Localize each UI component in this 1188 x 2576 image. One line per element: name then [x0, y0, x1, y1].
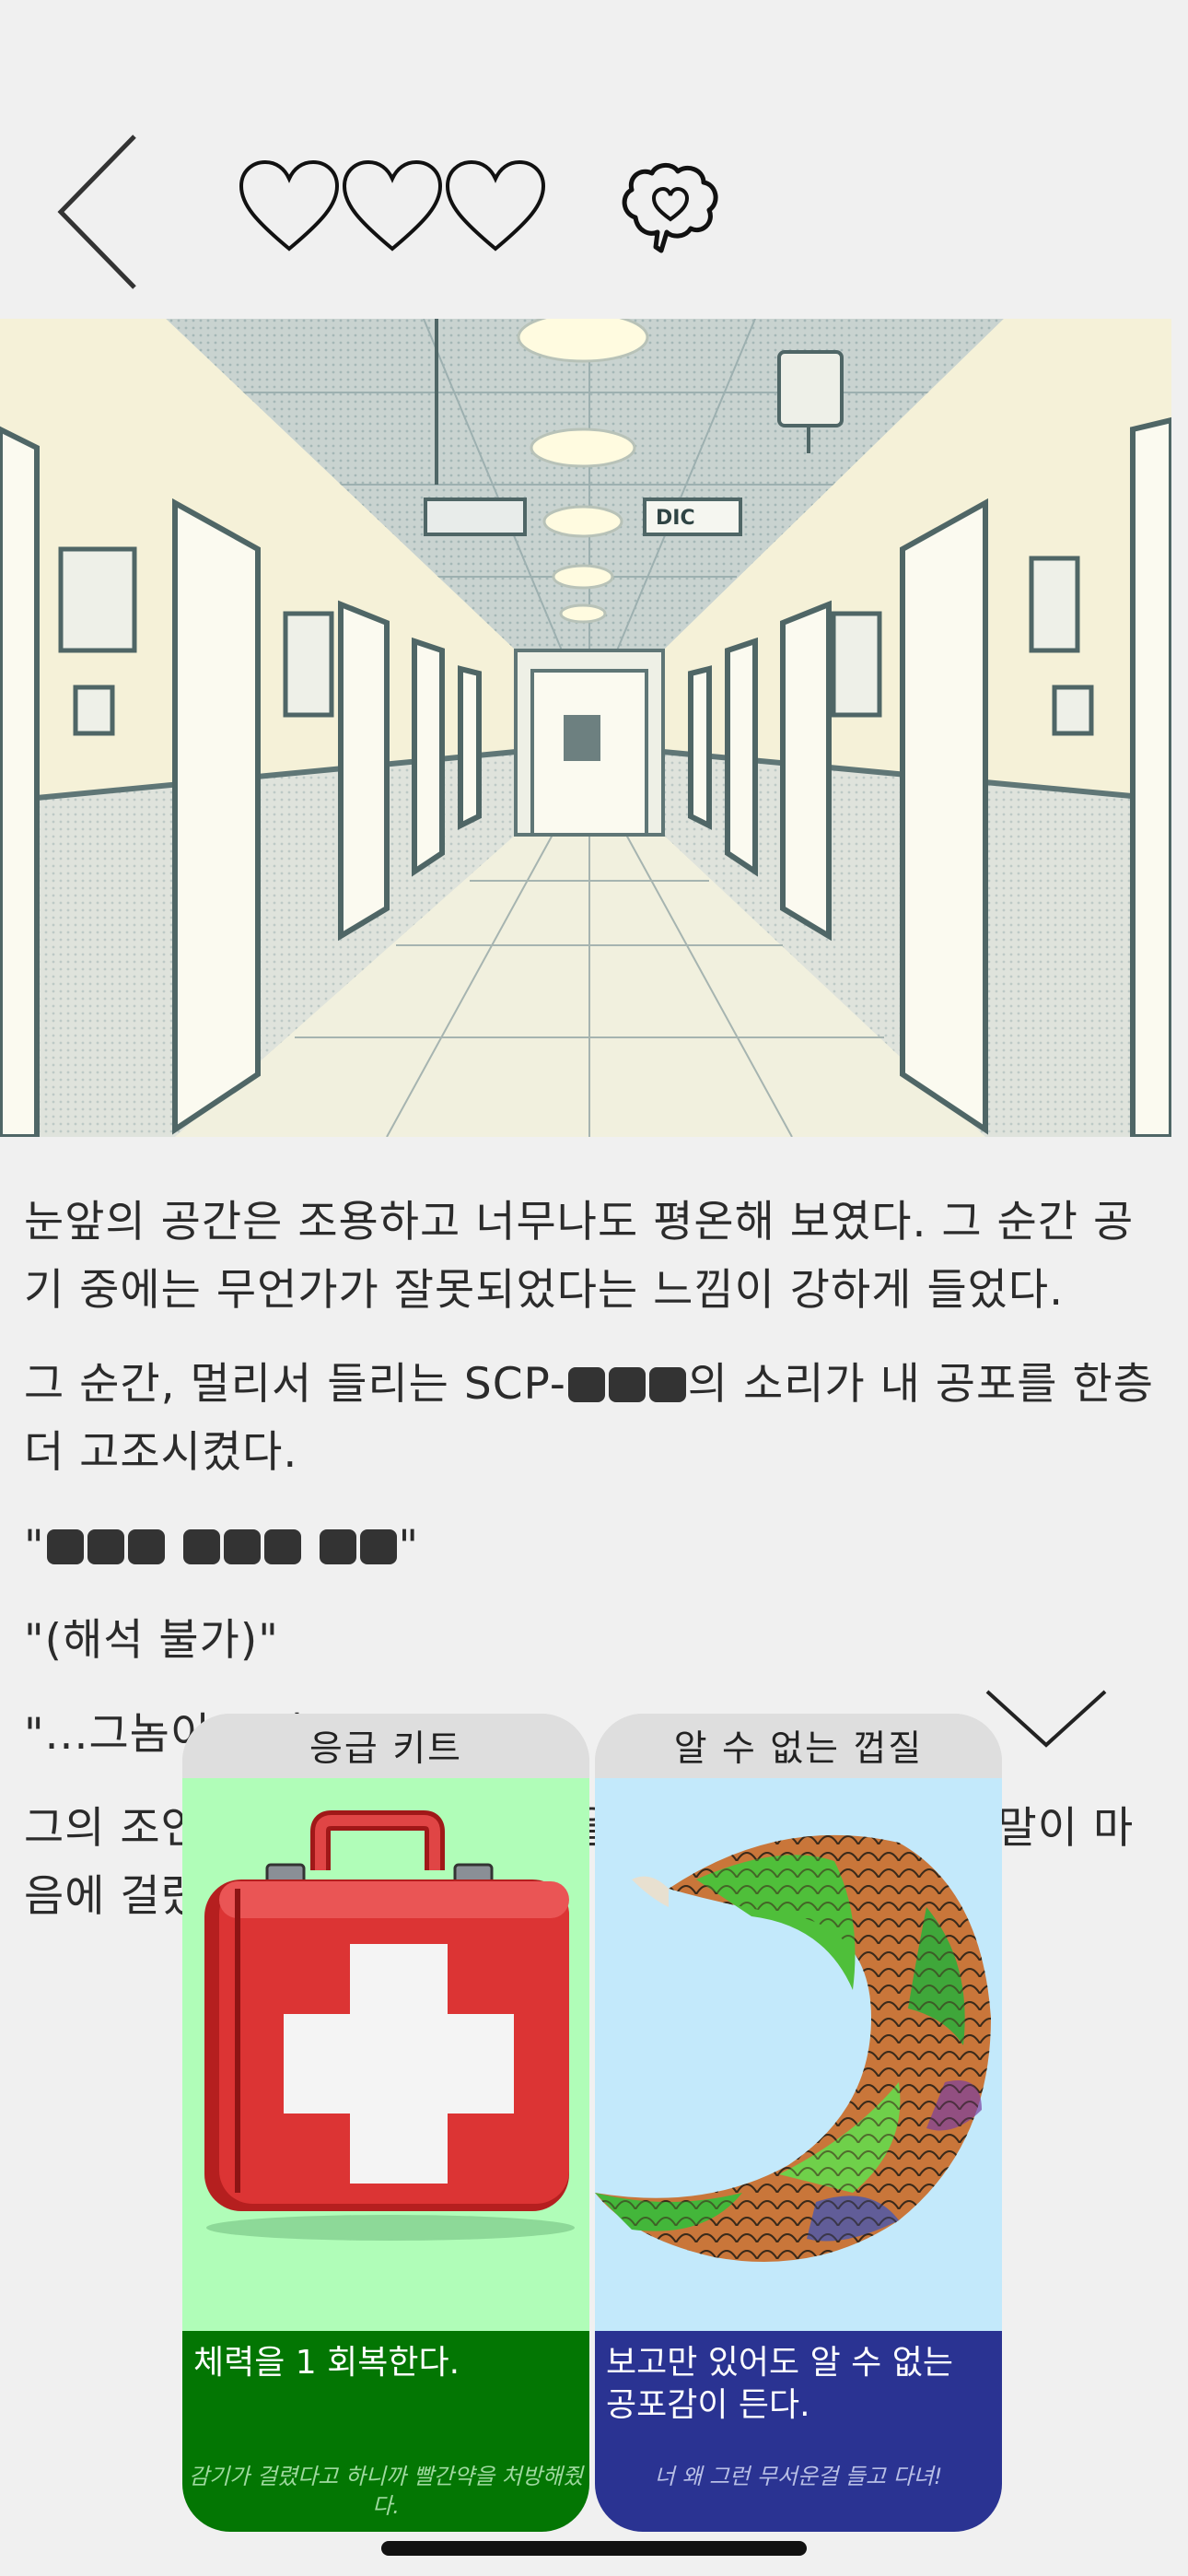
redacted-block: [648, 1367, 686, 1402]
redacted-block: [319, 1529, 356, 1564]
story-paragraph: 그 순간, 멀리서 들리는 SCP- 의 소리가 내 공포를 한층 더 고조시켰다…: [24, 1351, 1157, 1487]
card-flavor-text: 너 왜 그런 무서운걸 들고 다녀!: [654, 2464, 943, 2489]
card-art: [182, 1778, 589, 2331]
redacted-block: [182, 1529, 220, 1564]
redacted-block: [359, 1529, 397, 1564]
card-title: 알 수 없는 껍질: [595, 1714, 1002, 1778]
quote-mark: ": [24, 1521, 45, 1572]
story-paragraph: "(해석 불가)": [24, 1615, 279, 1666]
hallway-illustration: DIC: [0, 319, 1171, 1137]
card-description: 보고만 있어도 알 수 없는 공포감이 든다.: [606, 2344, 953, 2424]
scene-illustration: DIC: [0, 319, 1171, 1137]
card-art: [595, 1778, 1002, 2331]
item-card-unknown-shell[interactable]: 알 수 없는 껍질 보고만 있어도 알 수 없는 공포감이 든다. 너 왜 그런…: [595, 1714, 1002, 2532]
item-card-first-aid-kit[interactable]: 응급 키트 체력을 1 회복한다. 감기가 걸렸다고 하니까 빨간약을 처방해줬…: [182, 1714, 589, 2532]
home-indicator[interactable]: [381, 2541, 807, 2556]
redacted-block: [608, 1367, 646, 1402]
heart-outline-icon: [445, 159, 546, 252]
heart-outline-icon: [342, 159, 443, 252]
story-paragraph: 눈앞의 공간은 조용하고 너무나도 평온해 보였다. 그 순간 공기 중에는 무…: [24, 1197, 1135, 1316]
heart-outline-icon: [239, 159, 340, 252]
quote-mark: ": [398, 1521, 420, 1572]
card-info: 체력을 1 회복한다. 감기가 걸렸다고 하니까 빨간약을 처방해줬다.: [182, 2331, 589, 2532]
redacted-block: [263, 1529, 301, 1564]
card-info: 보고만 있어도 알 수 없는 공포감이 든다. 너 왜 그런 무서운걸 들고 다…: [595, 2331, 1002, 2532]
door-sign-text: DIC: [656, 507, 695, 530]
first-aid-kit-icon: [204, 1810, 575, 2241]
card-title: 응급 키트: [182, 1714, 589, 1778]
redacted-block: [567, 1367, 605, 1402]
card-description: 체력을 1 회복한다.: [193, 2344, 460, 2382]
chevron-left-icon[interactable]: [46, 129, 157, 295]
chevron-down-icon[interactable]: [984, 1686, 1109, 1751]
story-text-fragment: 그 순간, 멀리서 들리는 SCP-: [24, 1359, 566, 1410]
brain-heart-icon[interactable]: [615, 158, 726, 269]
card-flavor-text: 감기가 걸렸다고 하니까 빨간약을 처방해줬다.: [189, 2464, 583, 2519]
redacted-block: [46, 1529, 84, 1564]
health-hearts: [238, 157, 551, 267]
redacted-block: [127, 1529, 165, 1564]
top-bar: [0, 0, 1188, 313]
redacted-block: [223, 1529, 261, 1564]
redacted-block: [87, 1529, 124, 1564]
story-paragraph: " ": [24, 1513, 1157, 1581]
scaly-shell-icon: [595, 1834, 991, 2262]
